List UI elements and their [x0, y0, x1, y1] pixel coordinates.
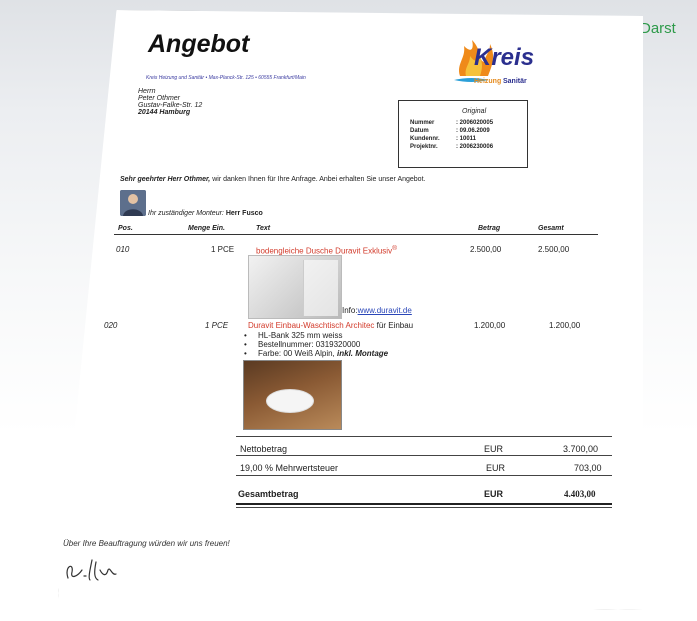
- bullet-colour-text: Farbe: 00 Weiß Alpin,: [258, 349, 335, 358]
- sender-line: Kreis Heizung und Sanitär • Max-Planck-S…: [146, 75, 306, 81]
- gross-value: 4.403,00: [564, 489, 596, 499]
- recipient-name: Peter Othmer: [138, 95, 181, 102]
- document-title: Angebot: [148, 30, 250, 58]
- item-010-pos: 010: [116, 245, 130, 254]
- recipient-street: Gustav-Falke-Str. 12: [138, 102, 203, 109]
- info-value-datum: : 09.06.2009: [456, 128, 490, 134]
- recipient-address: Herrn Peter Othmer Gustav-Falke-Str. 12 …: [138, 88, 202, 116]
- col-header-amount: Betrag: [478, 225, 501, 232]
- monteur-photo: [120, 190, 146, 216]
- logo-sub-sanitaer: Sanitär: [503, 78, 527, 85]
- item-020-text-rest: für Einbau: [374, 321, 414, 330]
- item-020-bullets: HL-Bank 325 mm weiss Bestellnummer: 0319…: [244, 331, 388, 358]
- vat-currency: EUR: [486, 463, 506, 473]
- corner-label: Darst: [640, 20, 676, 37]
- greeting: Sehr geehrter Herr Othmer, wir danken Ih…: [120, 176, 425, 183]
- monteur-text: Ihr zuständiger Monteur:: [148, 210, 226, 217]
- gross-underline: [236, 503, 612, 505]
- bullet-colour-bold: inkl. Montage: [334, 349, 389, 358]
- person-icon: [120, 190, 146, 216]
- closing-text: Über Ihre Beauftragung würden wir uns fr…: [63, 539, 230, 548]
- bullet-item-colour: Farbe: 00 Weiß Alpin, inkl. Montage: [244, 349, 388, 358]
- gross-currency: EUR: [484, 489, 504, 499]
- info-value-kundennr: : 10011: [456, 136, 477, 142]
- net-label: Nettobetrag: [240, 444, 288, 454]
- item-020-pos: 020: [104, 321, 118, 330]
- basin-icon: [266, 389, 314, 413]
- item-010-qty: 1 PCE: [211, 245, 235, 254]
- table-header-divider: [114, 234, 598, 235]
- vat-divider: [236, 475, 612, 476]
- item-010-info: Info:www.duravit.de: [342, 306, 412, 315]
- greeting-name: Sehr geehrter Herr Othmer,: [120, 176, 211, 183]
- logo-sub-heizung: Heizung: [474, 78, 502, 85]
- item-020-amount: 1.200,00: [474, 321, 506, 330]
- logo-name: Kreis: [474, 44, 535, 71]
- info-value-nummer: : 2006020005: [456, 120, 494, 126]
- gross-double-underline: [236, 507, 612, 508]
- info-label-datum: Datum: [410, 128, 429, 134]
- signature-icon: [66, 559, 117, 581]
- info-box-heading: Original: [462, 108, 487, 115]
- registered-mark: ®: [392, 245, 397, 252]
- greeting-text: wir danken Ihnen für Ihre Anfrage. Anbei…: [210, 176, 426, 183]
- vat-value: 703,00: [574, 463, 602, 473]
- monteur-name: Herr Fusco: [225, 210, 263, 217]
- info-value-projektnr: : 2006230006: [456, 144, 494, 150]
- item-010-amount: 2.500,00: [470, 245, 502, 254]
- col-header-total: Gesamt: [538, 225, 564, 232]
- info-label: Info:: [342, 306, 358, 315]
- col-header-text: Text: [256, 225, 271, 232]
- washbasin-product-image: [243, 360, 342, 430]
- net-currency: EUR: [484, 444, 504, 454]
- info-label-projektnr: Projektnr.: [410, 144, 438, 150]
- monteur-line: Ihr zuständiger Monteur: Herr Fusco: [148, 210, 263, 217]
- col-header-pos: Pos.: [118, 225, 133, 232]
- gross-label: Gesamtbetrag: [238, 489, 299, 499]
- item-020-total: 1.200,00: [549, 321, 581, 330]
- vat-label: 19,00 % Mehrwertsteuer: [240, 463, 339, 473]
- shower-product-image: [248, 255, 342, 319]
- col-header-qty: Menge Ein.: [188, 225, 225, 232]
- item-020-text: Duravit Einbau-Waschtisch Architec für E…: [248, 321, 413, 330]
- recipient-city: 20144 Hamburg: [138, 109, 191, 116]
- shower-glass-icon: [303, 260, 338, 316]
- item-020-qty: 1 PCE: [205, 321, 229, 330]
- net-divider: [236, 455, 612, 456]
- info-label-kundennr: Kundennr.: [410, 136, 440, 142]
- duravit-link[interactable]: www.duravit.de: [358, 306, 412, 315]
- recipient-salutation: Herrn: [138, 88, 156, 95]
- net-value: 3.700,00: [563, 444, 599, 454]
- item-010-total: 2.500,00: [538, 245, 570, 254]
- bullet-item: HL-Bank 325 mm weiss: [244, 331, 388, 340]
- info-label-nummer: Nummer: [410, 120, 435, 126]
- bullet-item: Bestellnummer: 0319320000: [244, 340, 388, 349]
- item-020-text-red: Duravit Einbau-Waschtisch Architec: [248, 321, 375, 330]
- totals-top-divider: [236, 436, 612, 437]
